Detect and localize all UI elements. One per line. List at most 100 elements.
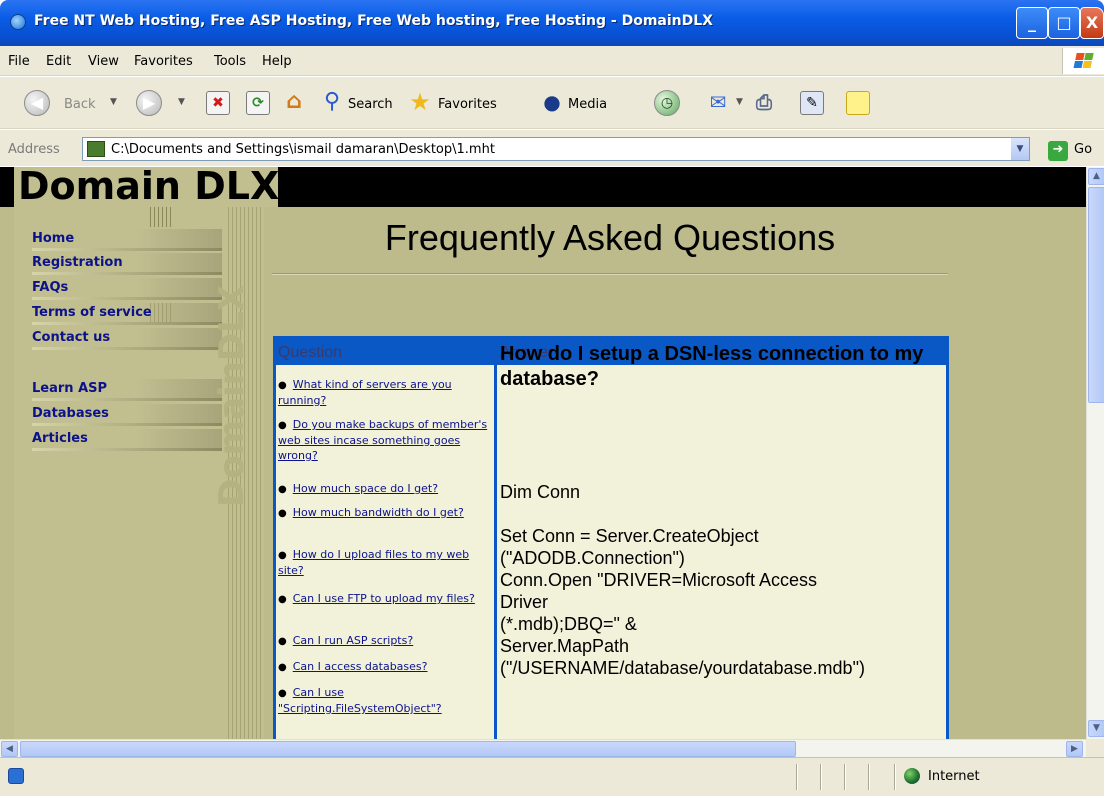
nav-databases[interactable]: Databases bbox=[32, 404, 222, 426]
stop-icon[interactable]: ✖ bbox=[206, 91, 230, 115]
nav-learn-asp[interactable]: Learn ASP bbox=[32, 379, 222, 401]
question-item: ● Can I run ASP scripts? bbox=[278, 633, 490, 649]
question-column-header: Question bbox=[278, 344, 343, 361]
bullet-icon: ● bbox=[278, 420, 287, 431]
question-item: ● Can I use "Scripting.FileSystemObject"? bbox=[278, 685, 490, 716]
back-dropdown-icon[interactable]: ▼ bbox=[110, 97, 117, 107]
internet-zone-icon bbox=[904, 768, 920, 784]
question-link[interactable]: Can I access databases? bbox=[293, 660, 428, 673]
status-separator bbox=[868, 764, 870, 790]
vertical-scrollbar[interactable]: ▲ ▼ bbox=[1086, 167, 1104, 739]
menu-file[interactable]: File bbox=[8, 54, 30, 69]
forward-arrow-icon[interactable]: ▶ bbox=[136, 90, 162, 116]
forward-dropdown-icon[interactable]: ▼ bbox=[178, 97, 185, 107]
search-icon[interactable]: ⚲ bbox=[320, 91, 344, 115]
answer-code-line: (*.mdb);DBQ=" & bbox=[500, 614, 637, 634]
menu-favorites[interactable]: Favorites bbox=[134, 54, 193, 69]
question-item: ● How much space do I get? bbox=[278, 481, 490, 497]
menu-view[interactable]: View bbox=[88, 54, 119, 69]
question-item: ● Can I use FTP to upload my files? bbox=[278, 591, 490, 607]
nav-faqs[interactable]: FAQs bbox=[32, 278, 222, 300]
answer-code-line: Conn.Open "DRIVER=Microsoft Access bbox=[500, 570, 818, 590]
search-button-label[interactable]: Search bbox=[348, 97, 393, 112]
media-icon[interactable]: ● bbox=[540, 91, 564, 115]
answer-title: How do I setup a DSN-less connection to … bbox=[500, 343, 924, 390]
nav-home[interactable]: Home bbox=[32, 229, 222, 251]
answer-code-line: ("ADODB.Connection") bbox=[500, 548, 685, 568]
nav-registration[interactable]: Registration bbox=[32, 253, 222, 275]
question-link[interactable]: Can I use "Scripting.FileSystemObject"? bbox=[278, 686, 442, 715]
address-input[interactable]: C:\Documents and Settings\ismail damaran… bbox=[82, 137, 1030, 161]
menu-help[interactable]: Help bbox=[262, 54, 292, 69]
home-icon[interactable]: ⌂ bbox=[282, 91, 306, 115]
back-button-label[interactable]: Back bbox=[64, 97, 96, 112]
nav-articles[interactable]: Articles bbox=[32, 429, 222, 451]
nav-terms-of-service[interactable]: Terms of service bbox=[32, 303, 222, 325]
media-button-label[interactable]: Media bbox=[568, 97, 607, 112]
page-viewport: Domain DLX Home Registration FAQs Terms … bbox=[0, 167, 1086, 739]
mail-dropdown-icon[interactable]: ▼ bbox=[736, 97, 743, 107]
mail-icon[interactable]: ✉ bbox=[706, 91, 730, 115]
address-dropdown-icon[interactable]: ▼ bbox=[1011, 138, 1029, 160]
address-label: Address bbox=[8, 142, 60, 157]
question-link[interactable]: How much bandwidth do I get? bbox=[293, 506, 464, 519]
back-arrow-icon[interactable]: ◀ bbox=[24, 90, 50, 116]
scroll-left-icon[interactable]: ◀ bbox=[1, 741, 18, 757]
vertical-scroll-thumb[interactable] bbox=[1088, 187, 1104, 403]
question-link[interactable]: Can I use FTP to upload my files? bbox=[293, 592, 475, 605]
close-button[interactable]: X bbox=[1080, 7, 1104, 39]
page-title: Frequently Asked Questions bbox=[384, 217, 836, 258]
print-icon[interactable]: ⎙ bbox=[752, 91, 776, 115]
address-value[interactable]: C:\Documents and Settings\ismail damaran… bbox=[111, 142, 495, 157]
scroll-right-icon[interactable]: ▶ bbox=[1066, 741, 1083, 757]
question-link[interactable]: What kind of servers are you running? bbox=[278, 378, 452, 407]
window-title: Free NT Web Hosting, Free ASP Hosting, F… bbox=[34, 13, 713, 29]
messenger-note-icon[interactable] bbox=[846, 91, 870, 115]
sidebar-watermark: DomainDLX bbox=[212, 285, 252, 507]
go-arrow-icon[interactable]: ➜ bbox=[1048, 141, 1068, 161]
status-separator bbox=[894, 764, 896, 790]
bullet-icon: ● bbox=[278, 550, 287, 561]
answer-code-line: ("/USERNAME/database/yourdatabase.mdb") bbox=[500, 658, 865, 678]
horizontal-scrollbar[interactable]: ◀ ▶ bbox=[0, 739, 1086, 757]
question-link[interactable]: Do you make backups of member's web site… bbox=[278, 418, 487, 462]
maximize-button[interactable]: □ bbox=[1048, 7, 1080, 39]
bullet-icon: ● bbox=[278, 380, 287, 391]
horizontal-scroll-thumb[interactable] bbox=[20, 741, 796, 757]
question-item: ● Do you make backups of member's web sit… bbox=[278, 417, 490, 463]
question-link[interactable]: How do I upload files to my web site? bbox=[278, 548, 469, 577]
faq-table: Question Answer ● What kind of servers ar… bbox=[273, 336, 949, 739]
scroll-down-icon[interactable]: ▼ bbox=[1088, 720, 1104, 737]
question-link[interactable]: Can I run ASP scripts? bbox=[293, 634, 413, 647]
go-button-label[interactable]: Go bbox=[1074, 142, 1092, 157]
history-icon[interactable]: ◷ bbox=[654, 90, 680, 116]
scroll-up-icon[interactable]: ▲ bbox=[1088, 168, 1104, 185]
sidebar-stripe-top bbox=[150, 207, 172, 227]
site-logo[interactable]: Domain DLX bbox=[14, 167, 279, 207]
bullet-icon: ● bbox=[278, 508, 287, 519]
menu-edit[interactable]: Edit bbox=[46, 54, 71, 69]
answer-code-line: Driver bbox=[500, 592, 548, 612]
question-item: ● How do I upload files to my web site? bbox=[278, 547, 490, 578]
question-link[interactable]: How much space do I get? bbox=[293, 482, 438, 495]
refresh-icon[interactable]: ⟳ bbox=[246, 91, 270, 115]
bullet-icon: ● bbox=[278, 484, 287, 495]
favorites-button-label[interactable]: Favorites bbox=[438, 97, 497, 112]
bullet-icon: ● bbox=[278, 662, 287, 673]
answer-code-line: Dim Conn bbox=[500, 482, 581, 502]
question-item: ● How much bandwidth do I get? bbox=[278, 505, 490, 521]
standard-toolbar: ◀ Back ▼ ▶ ▼ ✖ ⟳ ⌂ ⚲ Search ★ Favorites … bbox=[0, 77, 1104, 129]
nav-contact-us[interactable]: Contact us bbox=[32, 328, 222, 350]
windows-logo bbox=[1062, 48, 1104, 74]
favorites-star-icon[interactable]: ★ bbox=[408, 90, 432, 115]
minimize-button[interactable]: _ bbox=[1016, 7, 1048, 39]
column-divider bbox=[494, 365, 497, 739]
edit-icon[interactable]: ✎ bbox=[800, 91, 824, 115]
ie-window-icon[interactable] bbox=[10, 14, 26, 30]
menu-tools[interactable]: Tools bbox=[214, 54, 246, 69]
status-separator bbox=[796, 764, 798, 790]
bullet-icon: ● bbox=[278, 636, 287, 647]
windows-flag-icon bbox=[1073, 53, 1094, 69]
status-bar: Internet bbox=[0, 757, 1104, 796]
heading-divider bbox=[272, 273, 948, 275]
